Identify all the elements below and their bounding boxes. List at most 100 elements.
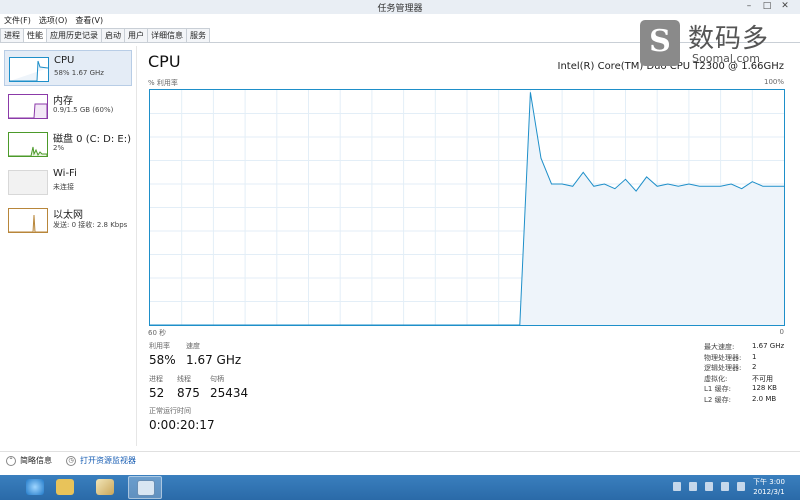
menu-options[interactable]: 选项(O)	[39, 15, 68, 26]
info-row: 逻辑处理器: 2	[704, 363, 794, 374]
x-axis-right-label: 0	[779, 328, 784, 336]
window-title: 任务管理器	[377, 4, 423, 14]
stat-threads: 线程 875	[177, 374, 200, 400]
cpu-thumbnail	[9, 57, 49, 82]
tab-users[interactable]: 用户	[124, 28, 148, 42]
title-bar: 任务管理器 – □ ✕	[0, 0, 800, 14]
clock-date: 2012/3/1	[753, 488, 785, 496]
wifi-thumbnail	[8, 170, 48, 195]
info-key: 物理处理器:	[704, 353, 742, 362]
chevron-up-icon: ⌃	[6, 455, 16, 466]
tab-processes[interactable]: 进程	[0, 28, 24, 42]
ie-icon	[26, 479, 44, 495]
info-key: L1 缓存:	[704, 385, 731, 393]
minimize-button[interactable]: –	[742, 1, 756, 12]
sidebar-item-value: 2%	[53, 144, 65, 152]
menu-view[interactable]: 查看(V)	[75, 15, 103, 26]
sidebar-item-value: 0.9/1.5 GB (60%)	[53, 106, 114, 114]
sidebar-item-ethernet[interactable]: 以太网 发送: 0 接收: 2.8 Kbps	[4, 202, 132, 238]
tray-flag-icon[interactable]	[673, 482, 681, 491]
resource-monitor-label: 打开资源监视器	[80, 456, 136, 465]
stat-value: 1.67 GHz	[186, 353, 242, 367]
memory-thumbnail	[8, 94, 48, 119]
stat-value: 875	[177, 386, 200, 400]
paint-icon	[96, 479, 114, 495]
info-row: 虚拟化: 不可用	[704, 374, 794, 385]
taskbar-clock[interactable]: 下午 3:00 2012/3/1	[746, 477, 792, 497]
info-value: 1	[752, 352, 757, 361]
info-row: L2 缓存: 2.0 MB	[704, 395, 794, 406]
stat-label: 正常运行时间	[149, 407, 191, 415]
ethernet-thumbnail	[8, 208, 48, 233]
sidebar-item-cpu[interactable]: CPU 58% 1.67 GHz	[4, 50, 132, 86]
stat-utilization: 利用率 58%	[149, 341, 176, 367]
tray-network-icon[interactable]	[689, 482, 697, 491]
close-button[interactable]: ✕	[778, 1, 792, 12]
stat-value: 52	[149, 386, 165, 400]
sidebar-item-label: 内存	[53, 96, 73, 107]
tab-app-history[interactable]: 应用历史记录	[46, 28, 102, 42]
page-title: CPU	[148, 52, 181, 71]
sidebar-item-disk[interactable]: 磁盘 0 (C: D: E:) 2%	[4, 126, 132, 162]
system-tray	[673, 482, 745, 491]
stat-label: 进程	[149, 375, 163, 383]
info-key: 虚拟化:	[704, 374, 728, 383]
watermark-en: Soomal.com	[692, 52, 760, 65]
info-row: 最大速度: 1.67 GHz	[704, 342, 794, 353]
info-value: 128 KB	[752, 384, 777, 392]
taskbar-ie-button[interactable]	[18, 476, 52, 499]
brief-info-button[interactable]: ⌃ 简略信息	[6, 455, 52, 466]
folder-icon	[56, 479, 74, 495]
tab-startup[interactable]: 启动	[101, 28, 125, 42]
task-manager-window: 任务管理器 – □ ✕ 文件(F) 选项(O) 查看(V) 进程 性能 应用历史…	[0, 0, 800, 475]
brief-info-label: 简略信息	[20, 456, 52, 465]
taskbar-explorer-button[interactable]	[48, 476, 82, 499]
footer-bar: ⌃ 简略信息 ◷ 打开资源监视器	[0, 451, 800, 468]
watermark-cn: 数码多	[688, 24, 770, 54]
cpu-chart-svg	[150, 90, 784, 325]
info-key: 逻辑处理器:	[704, 364, 742, 372]
taskbar-task-manager-button[interactable]	[128, 476, 162, 499]
tray-ime-icon[interactable]	[737, 482, 745, 491]
maximize-button[interactable]: □	[760, 1, 774, 12]
tab-strip: 进程 性能 应用历史记录 启动 用户 详细信息 服务	[0, 28, 210, 43]
sidebar-item-label: Wi-Fi	[53, 168, 77, 179]
cpu-info-panel: 最大速度: 1.67 GHz 物理处理器: 1 逻辑处理器: 2 虚拟化: 不可用 L1…	[704, 342, 794, 405]
sidebar-item-memory[interactable]: 内存 0.9/1.5 GB (60%)	[4, 88, 132, 124]
sidebar-item-label: CPU	[54, 55, 75, 66]
x-axis-left-label: 60 秒	[148, 329, 167, 337]
y-axis-label: % 利用率	[148, 79, 178, 87]
stat-uptime: 正常运行时间 0:00:20:17	[149, 406, 215, 432]
info-value: 2	[752, 363, 757, 371]
sidebar-item-value: 未连接	[53, 183, 74, 191]
stat-label: 速度	[186, 342, 200, 350]
stat-value: 25434	[210, 386, 249, 400]
disk-thumbnail	[8, 132, 48, 157]
menu-file[interactable]: 文件(F)	[4, 15, 31, 26]
info-row: L1 缓存: 128 KB	[704, 384, 794, 395]
tray-keyboard-icon[interactable]	[721, 482, 729, 491]
tab-performance[interactable]: 性能	[23, 28, 47, 43]
sidebar-item-value: 58% 1.67 GHz	[54, 69, 104, 77]
sidebar-divider	[136, 46, 137, 446]
info-value: 2.0 MB	[752, 394, 777, 403]
stat-speed: 速度 1.67 GHz	[186, 341, 241, 367]
tray-volume-icon[interactable]	[705, 482, 713, 491]
cpu-utilization-graph	[149, 89, 785, 326]
stat-label: 线程	[177, 375, 191, 383]
stat-label: 句柄	[210, 375, 224, 383]
taskbar-paint-button[interactable]	[88, 476, 122, 499]
stat-label: 利用率	[149, 342, 170, 350]
sidebar-item-wifi[interactable]: Wi-Fi 未连接	[4, 164, 132, 200]
watermark-logo: S	[640, 20, 680, 66]
tab-details[interactable]: 详细信息	[147, 28, 187, 42]
clock-time: 下午 3:00	[753, 478, 785, 486]
tab-services[interactable]: 服务	[186, 28, 210, 42]
info-value: 1.67 GHz	[752, 342, 785, 350]
open-resource-monitor-link[interactable]: ◷ 打开资源监视器	[66, 455, 136, 466]
task-manager-icon	[137, 480, 155, 496]
sidebar-item-label: 以太网	[53, 210, 83, 221]
stat-value: 0:00:20:17	[149, 418, 215, 432]
sidebar-item-value: 发送: 0 接收: 2.8 Kbps	[53, 221, 128, 229]
info-value: 不可用	[752, 374, 773, 383]
